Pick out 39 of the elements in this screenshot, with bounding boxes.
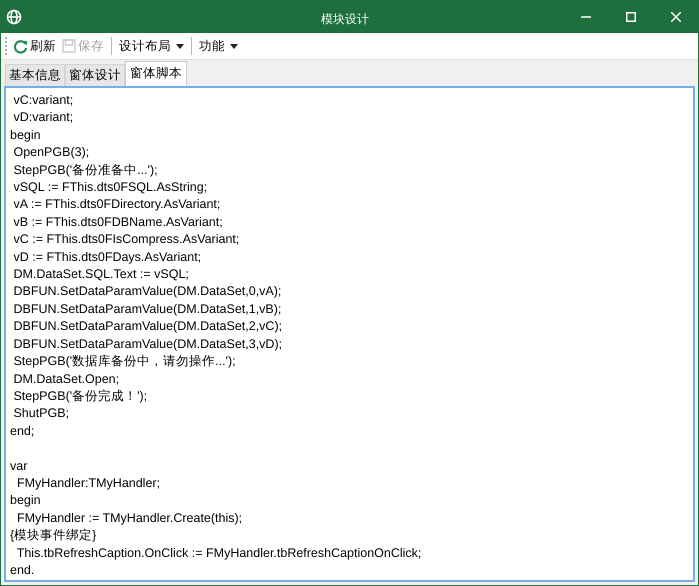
window-title: 模块设计	[321, 11, 369, 28]
code-line: begin	[10, 492, 41, 510]
close-icon[interactable]	[671, 12, 681, 22]
code-line: DM.DataSet.Open;	[12, 370, 120, 388]
code-line: ShutPGB;	[12, 405, 70, 422]
code-line: StepPGB('数据库备份中，请勿操作...');	[12, 353, 236, 370]
code-line: end;	[10, 422, 34, 440]
code-line: DBFUN.SetDataParamValue(DM.DataSet,1,vB);	[12, 300, 282, 318]
code-line: vA := FThis.dts0FDirectory.AsVariant;	[12, 196, 220, 214]
tab[interactable]: 窗体设计	[65, 64, 125, 86]
globe-icon	[6, 9, 22, 25]
menu-button[interactable]: 设计布局	[116, 35, 187, 57]
code-line: DM.DataSet.SQL.Text := vSQL;	[12, 266, 189, 284]
code-line: vD := FThis.dts0FDays.AsVariant;	[12, 248, 202, 266]
code-line: vB := FThis.dts0FDBName.AsVariant;	[12, 214, 223, 231]
code-line: DBFUN.SetDataParamValue(DM.DataSet,2,vC);	[12, 318, 282, 336]
code-line: FMyHandler:TMyHandler;	[16, 474, 160, 492]
refresh-icon	[13, 38, 28, 54]
code-line: This.tbRefreshCaption.OnClick := FMyHandler.tbRefreshCaptionOnClick;	[16, 544, 422, 562]
code-line: vSQL := FThis.dts0FSQL.AsString;	[12, 179, 208, 196]
code-line: StepPGB('备份准备中...');	[12, 162, 158, 179]
tab[interactable]: 窗体脚本	[125, 61, 187, 86]
code-line: end.	[10, 562, 34, 579]
code-line: FMyHandler := TMyHandler.Create(this);	[16, 510, 242, 527]
code-line: vC:variant;	[12, 92, 74, 109]
code-line: vC := FThis.dts0FIsCompress.AsVariant;	[12, 231, 240, 248]
code-line: begin	[10, 126, 41, 144]
code-line: OpenPGB(3);	[12, 144, 90, 162]
code-line: {模块事件绑定}	[10, 527, 96, 544]
code-line: DBFUN.SetDataParamValue(DM.DataSet,0,vA);	[12, 283, 282, 300]
code-line: DBFUN.SetDataParamValue(DM.DataSet,3,vD);	[12, 336, 282, 353]
refresh-button[interactable]: 刷新	[10, 35, 59, 57]
menu-button[interactable]: 功能	[196, 35, 241, 57]
maximize-icon[interactable]	[626, 12, 636, 22]
code-line: vD:variant;	[12, 109, 74, 126]
code-line: StepPGB('备份完成！');	[12, 388, 148, 405]
code-line: var	[10, 458, 28, 475]
tab[interactable]: 基本信息	[5, 64, 65, 86]
code-editor[interactable]	[4, 86, 695, 582]
